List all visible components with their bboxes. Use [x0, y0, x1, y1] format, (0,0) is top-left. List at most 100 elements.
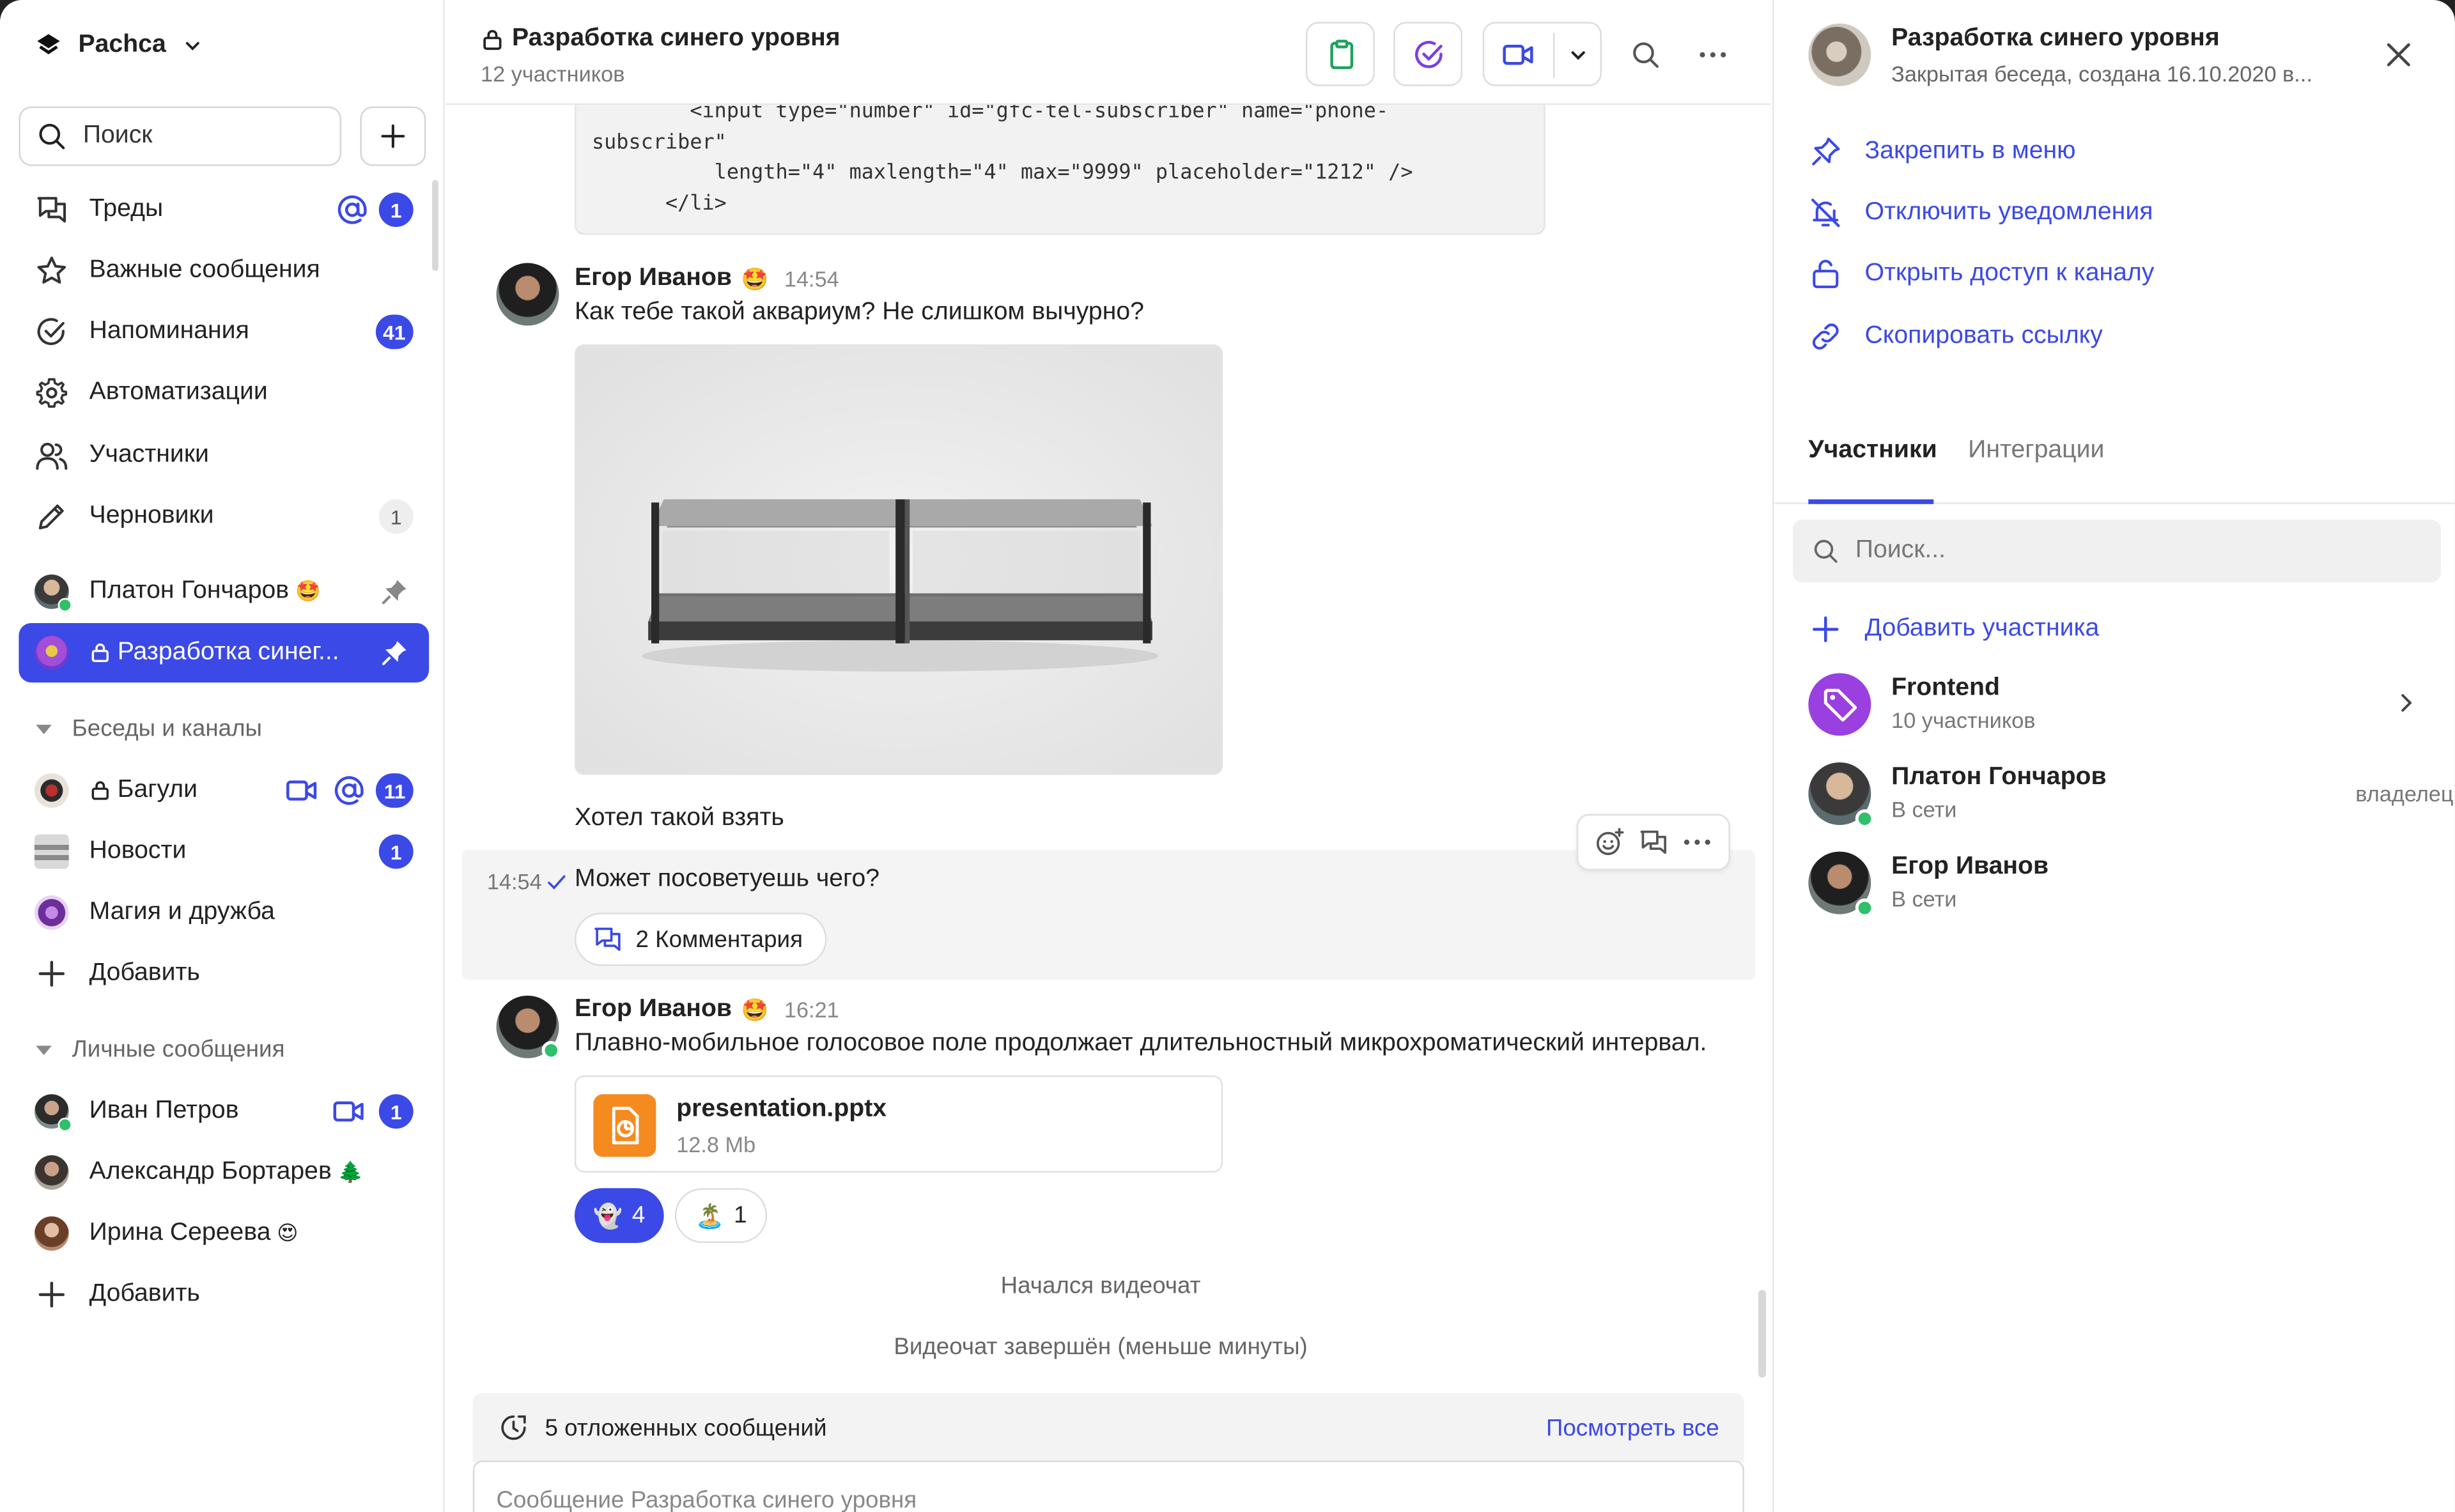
- sidebar-dm-ivan[interactable]: Иван Петров 1: [19, 1082, 429, 1141]
- system-message: Начался видеочат: [1000, 1272, 1201, 1300]
- avatar: [34, 1155, 69, 1190]
- aquarium-stand-image: [576, 346, 1221, 774]
- message-input[interactable]: Сообщение Разработка синего уровня: [472, 1460, 1744, 1512]
- workspace-logo-icon: [35, 31, 63, 59]
- sidebar-item-members[interactable]: Участники: [19, 426, 429, 485]
- action-label: Отключить уведомления: [1864, 199, 2153, 226]
- pin-to-menu-action[interactable]: Закрепить в меню: [1808, 135, 2076, 169]
- sidebar-item-automations[interactable]: Автоматизации: [19, 363, 429, 422]
- gear-icon: [35, 376, 69, 410]
- message-input-placeholder: Сообщение Разработка синего уровня: [496, 1487, 917, 1512]
- message-author[interactable]: Егор Иванов 🤩 14:54: [575, 265, 839, 293]
- avatar: [34, 895, 69, 930]
- add-member-button[interactable]: Добавить участника: [1808, 612, 2099, 647]
- sidebar-item-important[interactable]: Важные сообщения: [19, 241, 429, 300]
- star-icon: [35, 254, 69, 288]
- add-dm-button[interactable]: Добавить: [19, 1265, 429, 1324]
- sidebar-item-reminders[interactable]: Напоминания 41: [19, 302, 429, 362]
- chat-area: Разработка синего уровня 12 участников <…: [446, 0, 1771, 1512]
- more-icon[interactable]: [1697, 39, 1728, 70]
- online-indicator: [58, 598, 72, 612]
- chevron-down-icon[interactable]: [1567, 44, 1589, 66]
- search-placeholder: Поиск...: [1855, 537, 1946, 564]
- sidebar: Pachca Поиск Треды 1 Важные сообщения На…: [0, 0, 445, 1512]
- code-line: length="4" maxlength="4" max="9999" plac…: [591, 161, 1413, 185]
- copy-link-action[interactable]: Скопировать ссылку: [1808, 320, 2103, 354]
- sidebar-item-drafts[interactable]: Черновики 1: [19, 487, 429, 546]
- channel-info-panel: Разработка синего уровня Закрытая беседа…: [1772, 0, 2455, 1512]
- new-chat-button[interactable]: [360, 106, 426, 166]
- message-image[interactable]: [575, 344, 1223, 775]
- file-attachment[interactable]: presentation.pptx 12.8 Mb: [575, 1075, 1223, 1173]
- file-size: 12.8 Mb: [676, 1132, 756, 1157]
- member-status: В сети: [1891, 886, 1957, 911]
- sidebar-item-threads[interactable]: Треды 1: [19, 180, 429, 240]
- channel-title[interactable]: Разработка синего уровня: [481, 25, 840, 53]
- message-text: Плавно-мобильное голосовое поле продолжа…: [575, 1030, 1707, 1057]
- close-icon[interactable]: [2381, 38, 2416, 72]
- section-dms-header[interactable]: Личные сообщения: [35, 1037, 285, 1063]
- check-circle-icon: [35, 314, 69, 349]
- thread-comments-button[interactable]: 2 Комментария: [575, 913, 827, 966]
- sidebar-dm-alexander[interactable]: Александр Бортарев 🌲: [19, 1143, 429, 1202]
- reminders-button[interactable]: [1393, 22, 1462, 86]
- pin-icon[interactable]: [379, 576, 410, 607]
- video-call-button[interactable]: [1482, 22, 1602, 86]
- message-action-toolbar: [1576, 814, 1730, 870]
- reply-thread-icon[interactable]: [1638, 826, 1669, 858]
- channel-member-count[interactable]: 12 участников: [481, 61, 624, 86]
- sidebar-dm-irina[interactable]: Ирина Сереева 😍: [19, 1204, 429, 1263]
- tasks-button[interactable]: [1305, 22, 1375, 86]
- member-platon[interactable]: Платон Гончаров В сети владелец: [1808, 762, 2454, 831]
- tag-icon: [1808, 673, 1871, 736]
- online-indicator: [58, 1118, 72, 1132]
- open-channel-access-action[interactable]: Открыть доступ к каналу: [1808, 257, 2154, 291]
- search-icon[interactable]: [1630, 39, 1661, 70]
- active-tab-indicator: [1808, 499, 1934, 504]
- member-egor[interactable]: Егор Иванов В сети: [1808, 851, 2435, 921]
- author-status-emoji: 🤩: [741, 996, 769, 1022]
- add-reaction-icon[interactable]: [1594, 826, 1625, 858]
- sidebar-item-label: Треды: [89, 196, 164, 222]
- search-icon: [36, 121, 67, 152]
- member-role: владелец: [2355, 781, 2454, 806]
- sidebar-pinned-active-channel[interactable]: Разработка синег...: [19, 622, 430, 683]
- reaction-chip-ghost[interactable]: 👻 4: [575, 1188, 664, 1243]
- see-all-link[interactable]: Посмотреть все: [1546, 1415, 1719, 1442]
- more-icon[interactable]: [1682, 826, 1713, 858]
- message-time: 16:21: [784, 997, 839, 1022]
- sidebar-chat-baguli[interactable]: Багули 11: [19, 761, 429, 821]
- presentation-file-icon: [593, 1094, 656, 1157]
- unread-badge: 11: [376, 773, 414, 808]
- tab-members[interactable]: Участники: [1808, 436, 1937, 465]
- clock-icon: [498, 1412, 529, 1444]
- add-chat-button[interactable]: Добавить: [19, 944, 429, 1003]
- search-button[interactable]: Поиск: [19, 106, 342, 166]
- message-avatar[interactable]: [496, 995, 561, 1060]
- reaction-chip-island[interactable]: 🏝️ 1: [674, 1188, 768, 1243]
- section-chats-header[interactable]: Беседы и каналы: [35, 715, 262, 742]
- workspace-switcher[interactable]: Pachca: [35, 31, 204, 59]
- pin-icon[interactable]: [379, 637, 410, 668]
- avatar: [34, 1094, 72, 1132]
- avatar: [34, 834, 69, 869]
- mute-notifications-action[interactable]: Отключить уведомления: [1808, 196, 2153, 230]
- panel-subtitle: Закрытая беседа, создана 16.10.2020 в...: [1891, 61, 2312, 86]
- sidebar-pinned-platon[interactable]: Платон Гончаров 🤩: [19, 562, 429, 621]
- sidebar-chat-magic[interactable]: Магия и дружба: [19, 883, 429, 943]
- chat-scrollbar[interactable]: [1758, 1290, 1767, 1378]
- message-text: Может посоветуешь чего?: [575, 865, 880, 893]
- member-search-input[interactable]: Поиск...: [1792, 520, 2441, 583]
- member-group-frontend[interactable]: Frontend 10 участников: [1808, 673, 2435, 742]
- sidebar-scrollbar[interactable]: [432, 180, 438, 271]
- tab-integrations[interactable]: Интеграции: [1968, 436, 2104, 465]
- message-author[interactable]: Егор Иванов 🤩 16:21: [575, 996, 839, 1024]
- reaction-count: 1: [734, 1202, 747, 1229]
- member-status: В сети: [1891, 796, 1957, 822]
- lock-icon: [89, 642, 111, 663]
- code-line: subscriber": [591, 130, 727, 155]
- video-call-icon: [285, 773, 320, 808]
- message-avatar[interactable]: [496, 263, 559, 326]
- sidebar-chat-news[interactable]: Новости 1: [19, 822, 429, 881]
- avatar: [34, 773, 69, 808]
